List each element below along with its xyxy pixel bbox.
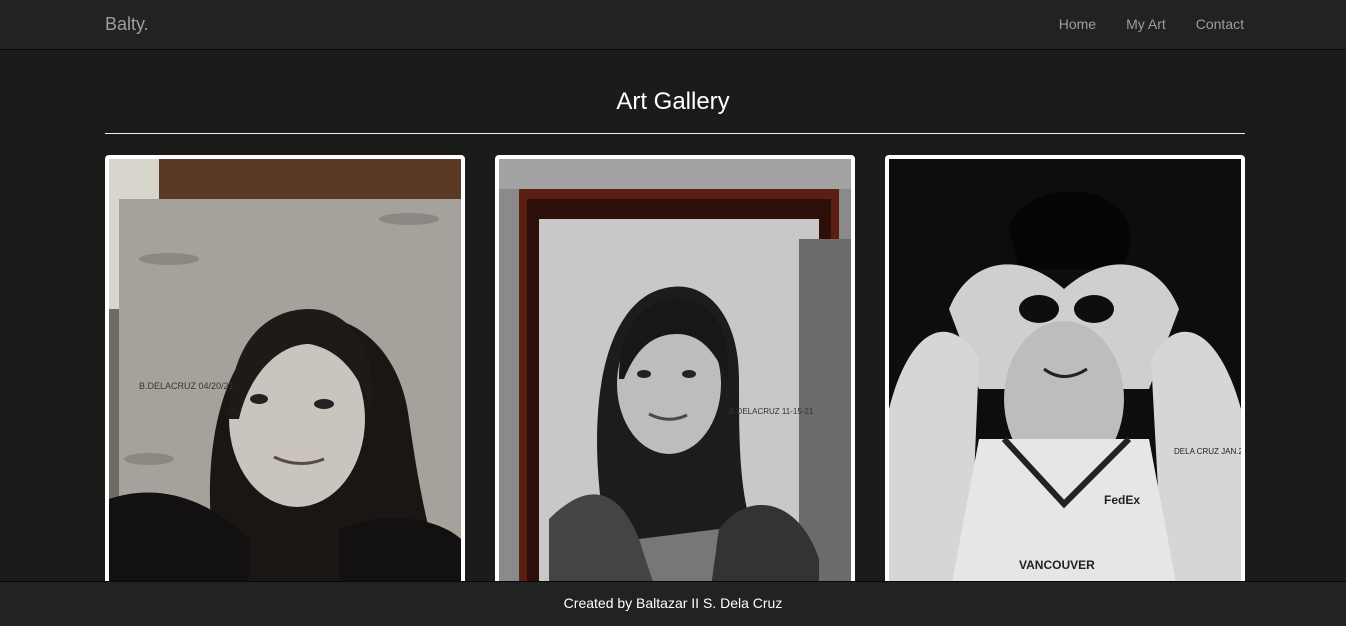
title-divider (105, 133, 1245, 134)
brand-logo[interactable]: Balty. (105, 14, 149, 35)
svg-text:FedEx: FedEx (1104, 493, 1140, 507)
gallery-card-3[interactable]: VANCOUVER FedEx DELA CRUZ JAN.2021 (885, 155, 1245, 603)
nav-links: Home My Art Contact (1059, 16, 1244, 32)
page-title: Art Gallery (616, 88, 730, 115)
footer: Created by Baltazar II S. Dela Cruz (0, 581, 1346, 626)
footer-credit: Created by Baltazar II S. Dela Cruz (563, 595, 783, 611)
gallery-image-1[interactable]: B.DELACRUZ 04/20/21 (109, 159, 461, 599)
signature-3: DELA CRUZ JAN.2021 (1174, 447, 1241, 456)
svg-text:VANCOUVER: VANCOUVER (1019, 558, 1095, 572)
navbar: Balty. Home My Art Contact (0, 0, 1346, 50)
gallery-image-3[interactable]: VANCOUVER FedEx DELA CRUZ JAN.2021 (889, 159, 1241, 599)
gallery-card-1[interactable]: B.DELACRUZ 04/20/21 (105, 155, 465, 603)
gallery-card-2[interactable]: B.DELACRUZ 11-15-21 (495, 155, 855, 603)
nav-my-art-link[interactable]: My Art (1126, 16, 1166, 32)
nav-contact-link[interactable]: Contact (1196, 16, 1244, 32)
gallery-image-2[interactable]: B.DELACRUZ 11-15-21 (499, 159, 851, 599)
nav-home-link[interactable]: Home (1059, 16, 1096, 32)
signature-1: B.DELACRUZ 04/20/21 (139, 381, 234, 391)
signature-2: B.DELACRUZ 11-15-21 (729, 407, 814, 416)
